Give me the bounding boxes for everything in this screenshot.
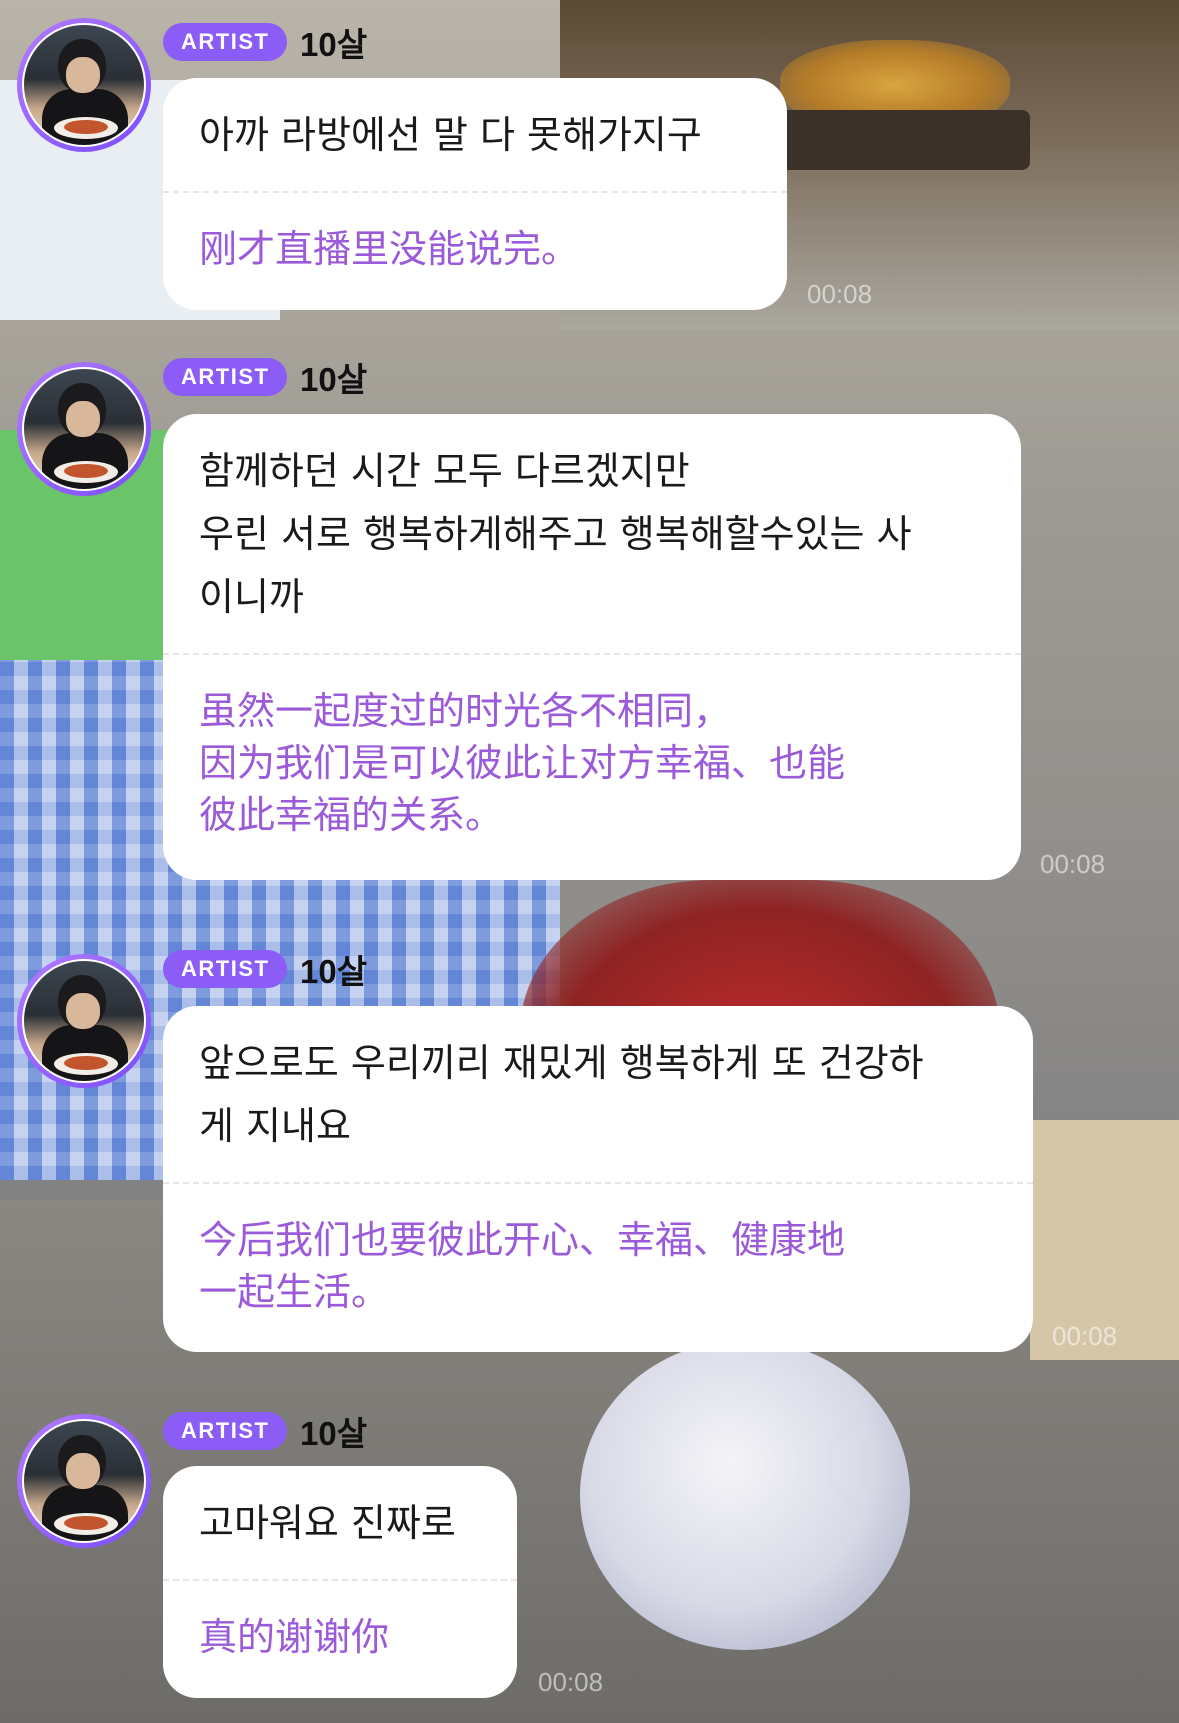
artist-badge: ARTIST [163, 1412, 288, 1450]
translated-text: 虽然一起度过的时光各不相同， 因为我们是可以彼此让对方幸福、也能 彼此幸福的关系… [199, 689, 846, 837]
translated-text: 今后我们也要彼此开心、幸福、健康地 一起生活。 [199, 1218, 846, 1314]
message-bubble[interactable]: 아까 라방에선 말 다 못해가지구 刚才直播里没能说完。 [163, 78, 787, 310]
message-time: 00:08 [1052, 1321, 1118, 1351]
sender-name: 10살 [300, 361, 368, 398]
avatar[interactable] [17, 1414, 151, 1548]
translated-text: 刚才直播里没能说完。 [199, 227, 580, 271]
original-text: 아까 라방에선 말 다 못해가지구 [199, 113, 702, 157]
message-bubble[interactable]: 고마워요 진짜로 真的谢谢你 [163, 1466, 517, 1698]
avatar[interactable] [17, 362, 151, 496]
original-text: 앞으로도 우리끼리 재밌게 행복하게 또 건강하 게 지내요 [199, 1041, 924, 1148]
message-time: 00:08 [1040, 849, 1106, 879]
message-time: 00:08 [807, 279, 873, 309]
artist-badge: ARTIST [163, 23, 288, 61]
sender-name: 10살 [300, 953, 368, 990]
message-time: 00:08 [538, 1667, 604, 1697]
artist-badge: ARTIST [163, 950, 288, 988]
original-text: 고마워요 진짜로 [199, 1501, 456, 1545]
avatar[interactable] [17, 18, 151, 152]
sender-name: 10살 [300, 26, 368, 63]
translated-text: 真的谢谢你 [199, 1615, 390, 1659]
artist-badge: ARTIST [163, 358, 288, 396]
avatar[interactable] [17, 954, 151, 1088]
message-bubble[interactable]: 함께하던 시간 모두 다르겠지만 우린 서로 행복하게해주고 행복해할수있는 사… [163, 414, 1021, 880]
original-text: 함께하던 시간 모두 다르겠지만 우린 서로 행복하게해주고 행복해할수있는 사… [199, 449, 912, 619]
sender-name: 10살 [300, 1415, 368, 1452]
message-bubble[interactable]: 앞으로도 우리끼리 재밌게 행복하게 또 건강하 게 지내요 今后我们也要彼此开… [163, 1006, 1033, 1352]
